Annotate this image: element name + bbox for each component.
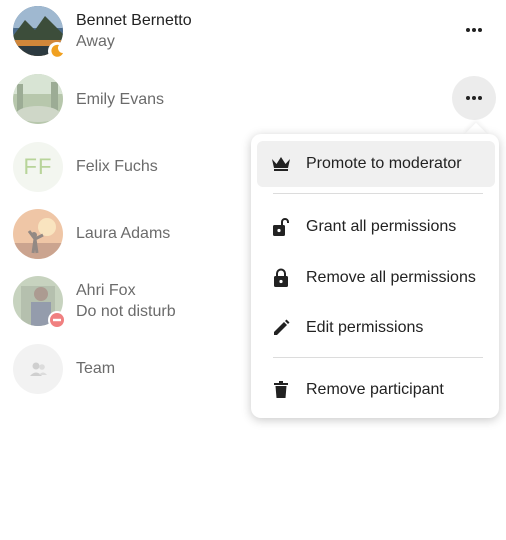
lock-icon xyxy=(270,267,292,289)
menu-item-label: Promote to moderator xyxy=(306,155,462,172)
more-icon xyxy=(466,28,482,32)
participant-status: Do not disturb xyxy=(76,303,176,320)
avatar: FF xyxy=(13,142,63,192)
group-icon xyxy=(30,362,47,376)
menu-item-label: Edit permissions xyxy=(306,319,424,336)
avatar-initials: FF xyxy=(23,154,53,179)
more-options-button[interactable] xyxy=(452,8,496,52)
edit-permissions-item[interactable]: Edit permissions xyxy=(257,305,495,351)
away-status-badge xyxy=(48,42,66,60)
more-options-button[interactable] xyxy=(452,76,496,120)
avatar xyxy=(13,209,63,259)
menu-divider xyxy=(273,193,483,194)
trash-icon xyxy=(270,379,292,401)
remove-participant-item[interactable]: Remove participant xyxy=(257,367,495,413)
participant-status: Away xyxy=(76,33,115,50)
participant-name: Emily Evans xyxy=(76,91,165,108)
grant-all-permissions-item[interactable]: Grant all permissions xyxy=(257,204,495,250)
promote-to-moderator-item[interactable]: Promote to moderator xyxy=(257,141,495,187)
remove-all-permissions-item[interactable]: Remove all permissions xyxy=(257,255,495,301)
moon-icon xyxy=(51,44,63,57)
menu-item-label: Grant all permissions xyxy=(306,218,457,235)
pencil-icon xyxy=(270,317,292,339)
participant-name: Ahri Fox xyxy=(76,282,136,299)
participant-row[interactable]: Bennet Bernetto Away xyxy=(0,6,506,66)
participant-name: Laura Adams xyxy=(76,225,171,242)
dnd-status-badge xyxy=(48,311,66,329)
more-icon xyxy=(466,96,482,100)
participant-row[interactable]: Emily Evans xyxy=(0,74,506,134)
menu-item-label: Remove participant xyxy=(306,381,444,398)
participant-actions-menu: Promote to moderator Grant all permissio… xyxy=(251,134,499,418)
menu-divider xyxy=(273,357,483,358)
participant-name: Bennet Bernetto xyxy=(76,12,192,29)
lock-open-icon xyxy=(270,216,292,238)
crown-icon xyxy=(270,153,292,175)
participant-name: Felix Fuchs xyxy=(76,158,158,175)
avatar xyxy=(13,344,63,394)
avatar xyxy=(13,74,63,124)
participant-name: Team xyxy=(76,360,116,377)
menu-item-label: Remove all permissions xyxy=(306,269,476,286)
dnd-icon xyxy=(50,313,64,327)
